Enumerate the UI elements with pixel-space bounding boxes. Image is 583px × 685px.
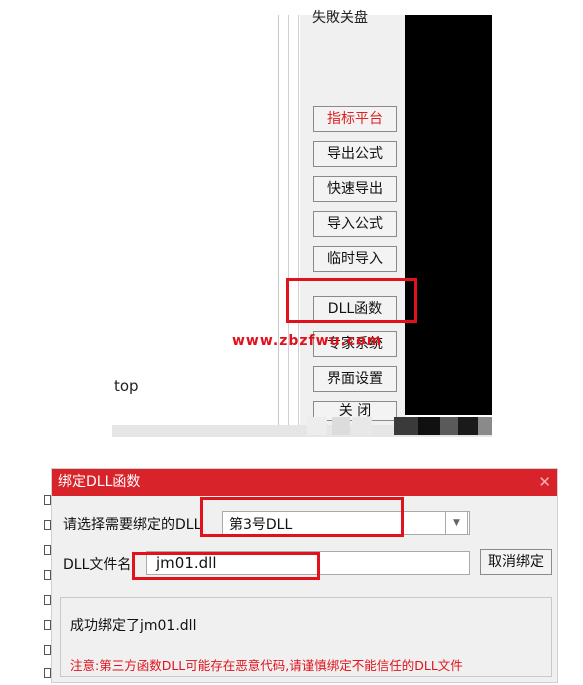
export-formula-button[interactable]: 导出公式 xyxy=(313,141,397,167)
dialog-title: 绑定DLL函数 xyxy=(58,474,141,490)
pixel-block xyxy=(394,417,418,435)
top-screenshot: 失敗关盘 指标平台 导出公式 快速导出 导入公式 临时导入 DLL函数 专家系统… xyxy=(112,10,492,437)
pixel-block xyxy=(478,417,492,435)
pixel-block xyxy=(332,417,350,435)
quick-export-button[interactable]: 快速导出 xyxy=(313,176,397,202)
cut-off-label: 失敗关盘 xyxy=(312,10,368,26)
warning-message: 注意:第三方函数DLL可能存在恶意代码,请谨慎绑定不能信任的DLL文件 xyxy=(70,658,463,673)
select-dll-label: 请选择需要绑定的DLL xyxy=(63,517,202,533)
pixel-block xyxy=(352,417,372,435)
dialog-title-bar: 绑定DLL函数 ✕ xyxy=(52,469,557,496)
tree-marker xyxy=(44,520,51,530)
tree-marker xyxy=(44,668,51,678)
ui-settings-button[interactable]: 界面设置 xyxy=(313,366,397,392)
highlight-box-filename xyxy=(132,552,320,580)
status-message: 成功绑定了jm01.dll xyxy=(70,618,197,634)
watermark: www.zbzfwu.com xyxy=(232,333,383,349)
divider xyxy=(288,15,289,425)
pixel-block xyxy=(458,417,478,435)
tree-marker xyxy=(44,495,51,505)
pixel-block xyxy=(418,417,440,435)
dll-filename-label: DLL文件名 xyxy=(63,557,132,573)
divider xyxy=(278,15,279,425)
tree-marker xyxy=(44,545,51,555)
import-formula-button[interactable]: 导入公式 xyxy=(313,211,397,237)
divider xyxy=(298,15,299,425)
close-icon[interactable]: ✕ xyxy=(538,469,551,496)
unbind-button[interactable]: 取消绑定 xyxy=(480,549,552,575)
top-label: top xyxy=(114,377,139,395)
tree-marker xyxy=(44,595,51,605)
indicator-platform-button[interactable]: 指标平台 xyxy=(313,106,397,132)
tree-marker xyxy=(44,645,51,655)
temp-import-button[interactable]: 临时导入 xyxy=(313,246,397,272)
tree-marker xyxy=(44,620,51,630)
pixel-block xyxy=(307,417,327,435)
tree-marker xyxy=(44,570,51,580)
pixel-block xyxy=(440,417,458,435)
bind-dll-dialog: 绑定DLL函数 ✕ 请选择需要绑定的DLL 第3号DLL ▼ DLL文件名 jm… xyxy=(51,468,558,683)
highlight-box-dll-button xyxy=(286,278,417,323)
chevron-down-icon[interactable]: ▼ xyxy=(445,511,468,535)
black-region xyxy=(405,15,492,415)
highlight-box-select xyxy=(200,497,404,537)
main-area xyxy=(112,15,280,423)
